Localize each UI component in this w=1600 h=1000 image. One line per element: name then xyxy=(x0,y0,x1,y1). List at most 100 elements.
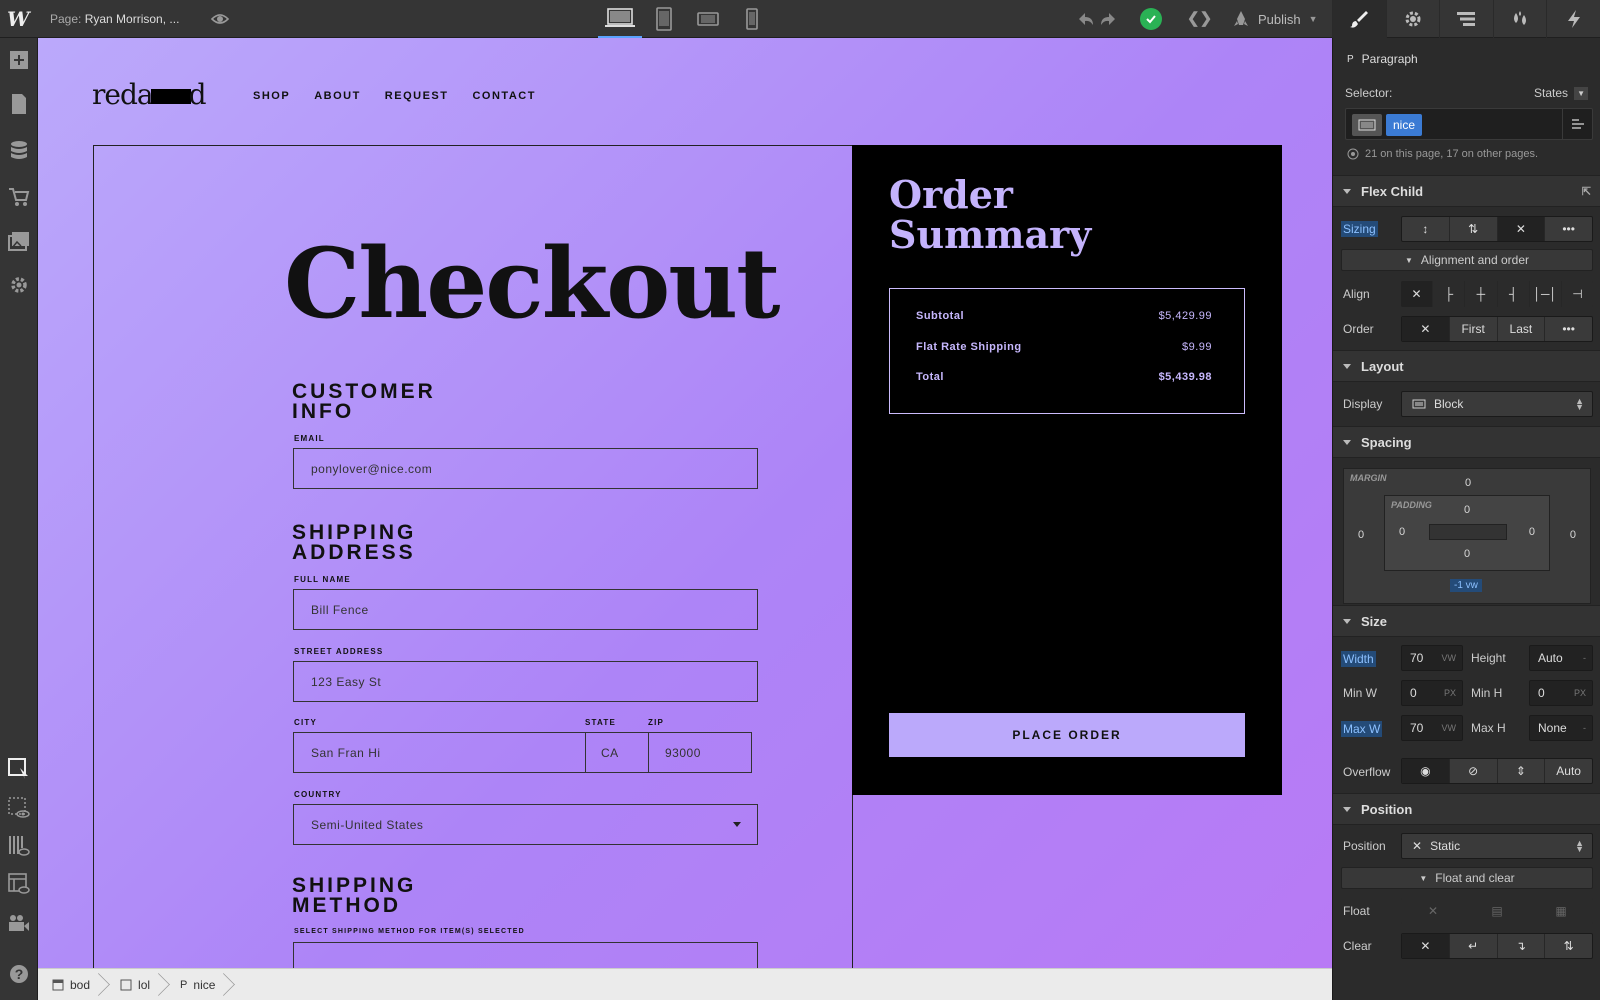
country-select[interactable]: Semi-United States xyxy=(293,804,758,845)
publish-status-check-icon[interactable] xyxy=(1140,8,1162,30)
clear-both-icon[interactable]: ⇅ xyxy=(1544,934,1592,958)
none-sizing-icon[interactable]: ✕ xyxy=(1496,217,1545,241)
alignment-and-order-toggle[interactable]: ▼ Alignment and order xyxy=(1341,249,1593,271)
interactions-bolt-icon[interactable] xyxy=(1546,0,1600,38)
settings-gear-tab-icon[interactable] xyxy=(1385,0,1440,38)
more-options-icon[interactable]: ••• xyxy=(1544,317,1592,341)
desktop-device-icon[interactable] xyxy=(598,0,642,38)
grow-icon[interactable]: ⇅ xyxy=(1448,217,1497,241)
preview-elements-icon[interactable] xyxy=(8,797,30,819)
align-end-icon[interactable]: ┤ xyxy=(1496,281,1529,307)
align-start-icon[interactable]: ├ xyxy=(1432,281,1464,307)
city-field[interactable]: San Fran Hi xyxy=(293,732,586,773)
sizing-label[interactable]: Sizing xyxy=(1341,221,1378,237)
page-selector[interactable]: Page: Ryan Morrison, ... xyxy=(50,12,179,26)
padding-left-value[interactable]: 0 xyxy=(1399,526,1405,538)
state-field[interactable]: CA xyxy=(585,732,649,773)
position-select[interactable]: ✕ Static ▲ ▼ xyxy=(1401,833,1593,859)
nav-link-request[interactable]: REQUEST xyxy=(385,90,449,102)
selector-field[interactable]: nice xyxy=(1345,108,1593,140)
min-width-input[interactable]: 0 PX xyxy=(1401,680,1463,706)
shipping-address-heading[interactable]: SHIPPING ADDRESS xyxy=(292,522,416,563)
size-section-header[interactable]: Size xyxy=(1333,605,1600,637)
spacing-section-header[interactable]: Spacing xyxy=(1333,426,1600,458)
min-width-unit[interactable]: PX xyxy=(1444,688,1456,698)
max-height-input[interactable]: None - xyxy=(1529,715,1593,741)
undo-icon[interactable] xyxy=(1079,13,1093,25)
assets-images-icon[interactable] xyxy=(8,230,30,252)
height-unit[interactable]: - xyxy=(1583,653,1586,663)
padding-top-value[interactable]: 0 xyxy=(1385,504,1549,516)
add-elements-icon[interactable] xyxy=(8,49,30,71)
mobile-portrait-icon[interactable] xyxy=(730,0,774,38)
display-select[interactable]: Block ▲ ▼ xyxy=(1401,391,1593,417)
states-dropdown[interactable]: States ▼ xyxy=(1534,86,1589,100)
select-element-icon[interactable] xyxy=(8,758,30,780)
full-name-field[interactable]: Bill Fence xyxy=(293,589,758,630)
min-height-input[interactable]: 0 PX xyxy=(1529,680,1593,706)
more-options-icon[interactable]: ••• xyxy=(1544,217,1592,241)
margin-bottom-value[interactable]: -1 vw xyxy=(1450,579,1482,592)
margin-left-value[interactable]: 0 xyxy=(1358,529,1364,541)
max-width-label[interactable]: Max W xyxy=(1341,721,1383,737)
overflow-auto-button[interactable]: Auto xyxy=(1544,759,1592,783)
order-first-button[interactable]: First xyxy=(1448,317,1497,341)
layout-section-header[interactable]: Layout xyxy=(1333,350,1600,382)
max-width-input[interactable]: 70 VW xyxy=(1401,715,1463,741)
float-and-clear-toggle[interactable]: ▼ Float and clear xyxy=(1341,867,1593,889)
ecommerce-cart-icon[interactable] xyxy=(8,186,30,208)
align-center-icon[interactable]: ┼ xyxy=(1464,281,1496,307)
site-logo[interactable]: reda d xyxy=(92,78,207,111)
webflow-logo-icon[interactable]: W xyxy=(7,9,31,29)
position-section-header[interactable]: Position xyxy=(1333,793,1600,825)
redo-icon[interactable] xyxy=(1101,13,1115,25)
height-input[interactable]: Auto - xyxy=(1529,645,1593,671)
element-tag-icon[interactable] xyxy=(1352,114,1382,136)
order-last-button[interactable]: Last xyxy=(1496,317,1545,341)
guides-layout-icon[interactable] xyxy=(8,873,30,895)
nav-link-contact[interactable]: CONTACT xyxy=(472,90,535,102)
max-height-unit[interactable]: - xyxy=(1583,723,1586,733)
preview-eye-icon[interactable] xyxy=(210,9,230,29)
max-width-unit[interactable]: VW xyxy=(1442,723,1457,733)
breadcrumb-item-paragraph[interactable]: P nice xyxy=(166,969,231,1000)
width-label[interactable]: Width xyxy=(1341,651,1376,667)
email-field[interactable]: ponylover@nice.com xyxy=(293,448,758,489)
cms-database-icon[interactable] xyxy=(8,140,30,162)
mobile-landscape-icon[interactable] xyxy=(686,0,730,38)
clear-right-icon[interactable]: ↴ xyxy=(1496,934,1545,958)
min-height-unit[interactable]: PX xyxy=(1574,688,1586,698)
clear-none-icon[interactable]: ✕ xyxy=(1402,934,1449,958)
padding-right-value[interactable]: 0 xyxy=(1529,526,1535,538)
width-unit[interactable]: VW xyxy=(1442,653,1457,663)
design-canvas[interactable]: reda d SHOP ABOUT REQUEST CONTACT Checkou… xyxy=(38,38,1332,968)
overflow-visible-eye-icon[interactable]: ◉ xyxy=(1402,759,1449,783)
float-none-icon[interactable]: ✕ xyxy=(1401,898,1465,924)
xray-icon[interactable] xyxy=(8,835,30,857)
breadcrumb-item-div[interactable]: lol xyxy=(106,969,166,1000)
margin-top-value[interactable]: 0 xyxy=(1344,477,1592,489)
pages-icon[interactable] xyxy=(8,93,30,115)
project-settings-gear-icon[interactable] xyxy=(8,274,30,296)
padding-bottom-value[interactable]: 0 xyxy=(1385,548,1549,560)
navigator-tab-icon[interactable] xyxy=(1439,0,1493,38)
margin-right-value[interactable]: 0 xyxy=(1570,529,1576,541)
float-right-icon[interactable]: ▦ xyxy=(1529,898,1593,924)
align-stretch-icon[interactable]: │─│ xyxy=(1528,281,1561,307)
checkout-form-column[interactable]: Checkout CUSTOMER INFO EMAIL ponylover@n… xyxy=(93,145,853,968)
align-none-icon[interactable]: ✕ xyxy=(1401,281,1433,307)
shipping-method-heading[interactable]: SHIPPING METHOD xyxy=(292,875,416,916)
width-input[interactable]: 70 VW xyxy=(1401,645,1463,671)
customer-info-heading[interactable]: CUSTOMER INFO xyxy=(292,381,436,422)
nav-link-about[interactable]: ABOUT xyxy=(314,90,361,102)
zip-field[interactable]: 93000 xyxy=(648,732,752,773)
help-icon[interactable]: ? xyxy=(8,963,30,985)
class-tag[interactable]: nice xyxy=(1386,114,1422,136)
expand-icon[interactable]: ⇱ xyxy=(1582,185,1591,198)
nav-link-shop[interactable]: SHOP xyxy=(253,90,290,102)
shrink-icon[interactable]: ↕ xyxy=(1402,217,1449,241)
video-tutorials-icon[interactable] xyxy=(8,912,30,934)
order-summary-panel[interactable]: Order Summary Subtotal $5,429.99 Flat Ra… xyxy=(852,145,1282,795)
code-export-icon[interactable]: ❮❯ xyxy=(1187,9,1212,27)
publish-button[interactable]: Publish ▼ xyxy=(1232,0,1318,38)
